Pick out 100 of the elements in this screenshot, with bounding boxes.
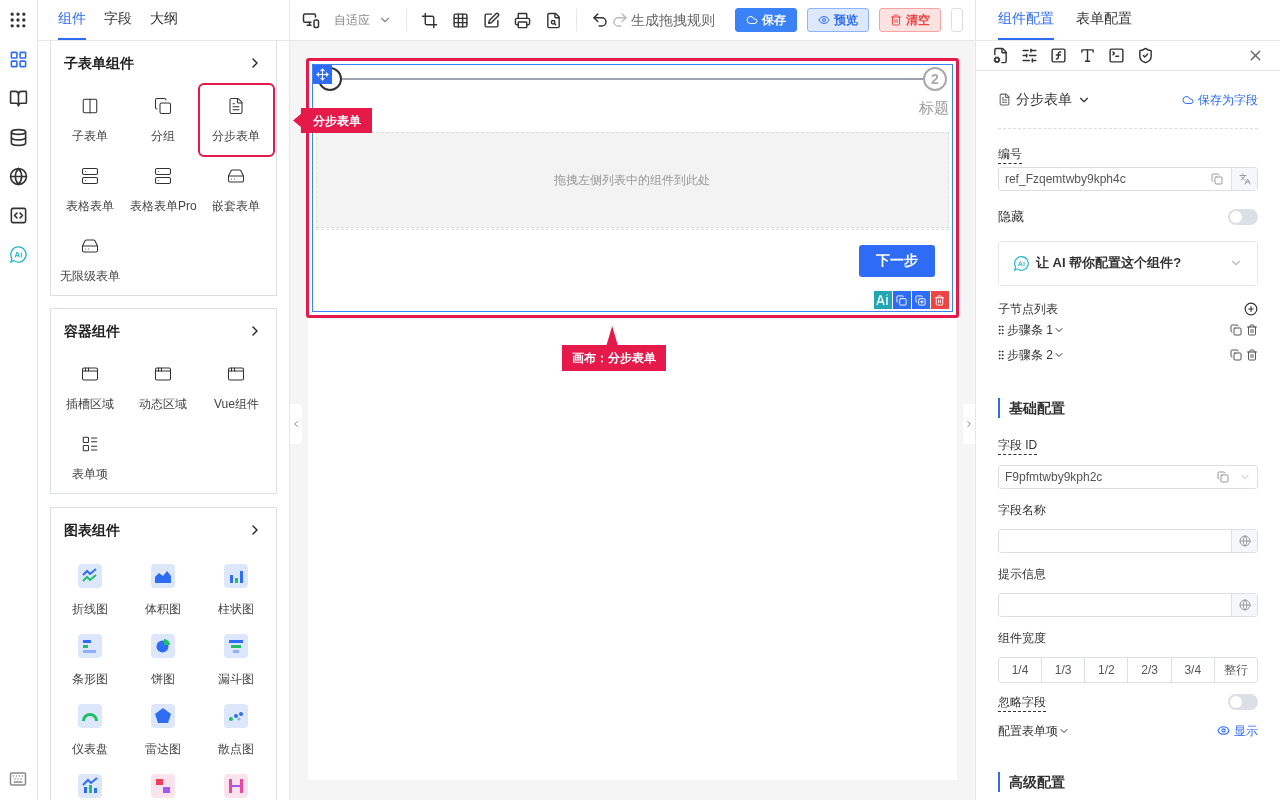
width-option[interactable]: 整行 — [1213, 657, 1257, 682]
delete-button[interactable] — [930, 291, 949, 309]
panel-tab[interactable]: 大纲 — [149, 8, 178, 40]
palette-item[interactable]: 折线图 — [53, 552, 127, 622]
item-config-dropdown[interactable]: 配置表单项 — [997, 721, 1070, 740]
text-field[interactable] — [997, 592, 1258, 617]
palette-item[interactable]: 分步表单 — [199, 85, 273, 155]
copy-button[interactable] — [892, 291, 911, 309]
area-chart-icon — [151, 564, 176, 588]
globe-icon[interactable] — [8, 167, 28, 186]
function-icon[interactable] — [1049, 47, 1067, 64]
width-option[interactable]: 2/3 — [1127, 657, 1171, 682]
crop-icon[interactable] — [420, 11, 438, 29]
move-handle[interactable] — [312, 65, 332, 84]
cloud-icon — [745, 14, 758, 26]
width-option[interactable]: 1/4 — [998, 657, 1042, 682]
field-id-select[interactable]: F9pfmtwby9kph2c — [997, 464, 1258, 489]
width-option[interactable]: 1/3 — [1041, 657, 1085, 682]
panel-tab[interactable]: 字段 — [103, 8, 132, 40]
device-icon[interactable] — [301, 11, 320, 29]
printer-icon[interactable] — [513, 11, 531, 29]
palette-item[interactable]: 散点图 — [199, 692, 273, 762]
child-item[interactable]: 步骤条 1 — [1006, 321, 1065, 339]
file-search-icon[interactable] — [544, 11, 562, 29]
toolbar-button[interactable]: 预览 — [806, 8, 869, 32]
document-icon — [227, 97, 246, 115]
toolbar-button[interactable]: 保存 — [734, 8, 797, 32]
item-label: 动态区域 — [139, 396, 188, 413]
toggle-switch[interactable] — [1228, 208, 1258, 225]
rows-icon — [154, 167, 173, 185]
palette-item[interactable]: 插槽区域 — [53, 353, 127, 423]
code-icon[interactable] — [8, 206, 28, 225]
text-field[interactable] — [997, 528, 1258, 553]
component-select[interactable]: 分步表单 — [997, 89, 1091, 110]
palette-item[interactable]: Vue组件 — [199, 353, 273, 423]
copy-icon[interactable] — [1230, 324, 1242, 336]
palette-item[interactable]: 嵌套表单 — [199, 155, 273, 225]
callout-label: 画布：分步表单 — [561, 326, 666, 371]
collapse-handle[interactable] — [962, 404, 975, 444]
toggle-switch[interactable] — [1228, 694, 1258, 710]
text-style-icon[interactable] — [1078, 47, 1096, 64]
keyboard-icon[interactable] — [9, 770, 28, 788]
palette-item[interactable]: 分组 — [126, 85, 200, 155]
line-chart-icon — [78, 564, 103, 588]
shield-icon[interactable] — [1136, 47, 1154, 64]
database-icon[interactable] — [8, 128, 28, 147]
item-label: 子表单 — [72, 128, 109, 145]
layout-select[interactable]: 自适应 — [333, 11, 392, 29]
palette-item[interactable]: 表格表单Pro — [126, 155, 200, 225]
palette-item[interactable]: 条形图 — [53, 622, 127, 692]
flow-icon — [151, 774, 176, 798]
scatter-icon — [224, 704, 249, 728]
palette-item[interactable]: 柱状图 — [199, 552, 273, 622]
child-item[interactable]: 步骤条 2 — [1006, 346, 1065, 364]
palette-item[interactable]: 表单项 — [53, 423, 127, 493]
config-tab[interactable]: 表单配置 — [1075, 8, 1132, 40]
terminal-icon[interactable] — [1107, 47, 1125, 64]
palette-item[interactable]: 表格表单 — [53, 155, 127, 225]
trash-icon[interactable] — [1246, 349, 1258, 361]
item-label: 表格表单Pro — [130, 198, 197, 215]
rule-button[interactable]: 生成拖拽规则 — [630, 9, 715, 31]
ai-icon[interactable] — [873, 291, 892, 309]
item-label: 体积图 — [145, 601, 182, 618]
config-tab[interactable]: 组件配置 — [997, 8, 1054, 40]
ai-prompt: 让 AI 帮你配置这个组件? — [1035, 254, 1183, 273]
palette-item[interactable]: 漏斗图 — [199, 622, 273, 692]
width-option[interactable]: 1/2 — [1084, 657, 1128, 682]
show-link[interactable]: 显示 — [1217, 721, 1258, 740]
sliders-icon[interactable] — [1020, 47, 1038, 64]
field-label: 子节点列表 — [997, 300, 1058, 318]
item-label: 仪表盘 — [72, 741, 109, 758]
palette-item[interactable]: 雷达图 — [126, 692, 200, 762]
move-icon — [315, 68, 329, 81]
ref-field[interactable]: ref_Fzqemtwby9kph4c — [997, 167, 1258, 191]
duplicate-button[interactable] — [911, 291, 930, 309]
gauge-icon — [78, 704, 103, 728]
palette-item[interactable]: 无限级表单 — [53, 225, 127, 295]
save-as-field-link[interactable]: 保存为字段 — [1182, 90, 1258, 109]
palette-item[interactable]: 体积图 — [126, 552, 200, 622]
form-item-icon — [81, 435, 100, 453]
palette-item[interactable]: 动态区域 — [126, 353, 200, 423]
form-settings-icon[interactable] — [991, 47, 1009, 64]
book-icon[interactable] — [8, 89, 28, 108]
next-button[interactable]: 下一步 — [858, 244, 935, 277]
add-icon[interactable] — [1244, 301, 1258, 316]
ai-assist-card[interactable]: 让 AI 帮你配置这个组件? — [997, 240, 1258, 286]
grid-icon[interactable] — [451, 11, 469, 29]
width-option[interactable]: 3/4 — [1170, 657, 1214, 682]
field-label: 组件宽度 — [997, 629, 1047, 647]
edit-icon[interactable] — [482, 11, 500, 29]
copy-icon[interactable] — [1230, 349, 1242, 361]
palette-item[interactable]: 子表单 — [53, 85, 127, 155]
letter-icon[interactable] — [1238, 173, 1251, 185]
undo-icon[interactable] — [590, 11, 609, 29]
trash-icon[interactable] — [1246, 324, 1258, 336]
palette-item[interactable]: 饼图 — [126, 622, 200, 692]
copy-icon — [896, 294, 908, 306]
item-label: 雷达图 — [145, 741, 182, 758]
section-heading: 基础配置 — [997, 397, 1065, 418]
palette-item[interactable]: 仪表盘 — [53, 692, 127, 762]
